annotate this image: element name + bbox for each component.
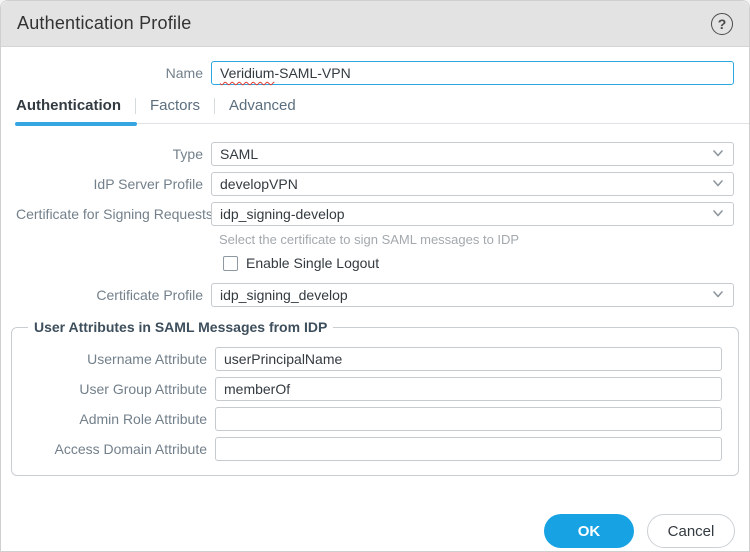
tab-authentication[interactable]: Authentication bbox=[16, 97, 135, 124]
user-group-attribute-label: User Group Attribute bbox=[12, 381, 207, 397]
help-icon[interactable]: ? bbox=[711, 13, 733, 35]
certificate-signing-requests-select[interactable]: idp_signing-develop bbox=[211, 202, 734, 226]
question-mark-glyph: ? bbox=[718, 16, 727, 32]
tab-bar: Authentication Factors Advanced bbox=[16, 97, 734, 124]
username-attribute-input[interactable] bbox=[215, 347, 722, 371]
idp-server-profile-label: IdP Server Profile bbox=[16, 176, 203, 192]
admin-role-attribute-input[interactable] bbox=[215, 407, 722, 431]
name-value-rest: -SAML-VPN bbox=[274, 65, 350, 81]
certificate-profile-label: Certificate Profile bbox=[16, 287, 203, 303]
certificate-profile-row: Certificate Profile idp_signing_develop bbox=[16, 283, 734, 307]
idp-server-profile-value: developVPN bbox=[220, 176, 298, 192]
type-label: Type bbox=[16, 146, 203, 162]
enable-single-logout-row: Enable Single Logout bbox=[16, 255, 734, 271]
dialog-titlebar: Authentication Profile ? bbox=[1, 1, 749, 47]
type-select-value: SAML bbox=[220, 146, 258, 162]
authentication-tab-panel: Type SAML IdP Server Profile developVPN bbox=[16, 142, 734, 307]
chevron-down-icon bbox=[711, 146, 725, 163]
enable-single-logout-control[interactable]: Enable Single Logout bbox=[211, 255, 734, 271]
name-control: Veridium-SAML-VPN bbox=[211, 61, 734, 85]
idp-server-profile-row: IdP Server Profile developVPN bbox=[16, 172, 734, 196]
tab-factors[interactable]: Factors bbox=[136, 97, 214, 124]
dialog-title: Authentication Profile bbox=[17, 13, 192, 34]
dialog-footer: OK Cancel bbox=[1, 514, 749, 548]
user-attributes-legend: User Attributes in SAML Messages from ID… bbox=[28, 319, 333, 335]
admin-role-attribute-row: Admin Role Attribute bbox=[12, 407, 722, 431]
certificate-hint-text: Select the certificate to sign SAML mess… bbox=[211, 232, 734, 247]
name-label: Name bbox=[16, 65, 203, 81]
cancel-button[interactable]: Cancel bbox=[647, 514, 735, 548]
user-attributes-group: User Attributes in SAML Messages from ID… bbox=[11, 319, 739, 476]
certificate-profile-value: idp_signing_develop bbox=[220, 287, 348, 303]
chevron-down-icon bbox=[711, 176, 725, 193]
ok-button[interactable]: OK bbox=[544, 514, 634, 548]
idp-server-profile-select[interactable]: developVPN bbox=[211, 172, 734, 196]
certificate-signing-requests-value: idp_signing-develop bbox=[220, 206, 345, 222]
name-input[interactable]: Veridium-SAML-VPN bbox=[211, 61, 734, 85]
admin-role-attribute-label: Admin Role Attribute bbox=[12, 411, 207, 427]
chevron-down-icon bbox=[711, 206, 725, 223]
access-domain-attribute-label: Access Domain Attribute bbox=[12, 441, 207, 457]
tab-advanced[interactable]: Advanced bbox=[215, 97, 310, 124]
user-group-attribute-row: User Group Attribute bbox=[12, 377, 722, 401]
username-attribute-label: Username Attribute bbox=[12, 351, 207, 367]
name-value-misspelled: Veridium bbox=[220, 65, 274, 81]
certificate-signing-requests-label: Certificate for Signing Requests bbox=[16, 206, 203, 222]
type-row: Type SAML bbox=[16, 142, 734, 166]
access-domain-attribute-row: Access Domain Attribute bbox=[12, 437, 722, 461]
enable-single-logout-checkbox[interactable] bbox=[223, 256, 238, 271]
username-attribute-row: Username Attribute bbox=[12, 347, 722, 371]
access-domain-attribute-input[interactable] bbox=[215, 437, 722, 461]
name-row: Name Veridium-SAML-VPN bbox=[16, 61, 734, 85]
certificate-hint-row: Select the certificate to sign SAML mess… bbox=[16, 232, 734, 247]
certificate-profile-select[interactable]: idp_signing_develop bbox=[211, 283, 734, 307]
user-group-attribute-input[interactable] bbox=[215, 377, 722, 401]
authentication-profile-dialog: Authentication Profile ? Name Veridium-S… bbox=[0, 0, 750, 552]
dialog-body: Name Veridium-SAML-VPN Authentication Fa… bbox=[1, 47, 749, 307]
tab-strip: Authentication Factors Advanced bbox=[16, 97, 734, 124]
chevron-down-icon bbox=[711, 287, 725, 304]
enable-single-logout-label: Enable Single Logout bbox=[246, 255, 379, 271]
type-select[interactable]: SAML bbox=[211, 142, 734, 166]
certificate-signing-requests-row: Certificate for Signing Requests idp_sig… bbox=[16, 202, 734, 226]
